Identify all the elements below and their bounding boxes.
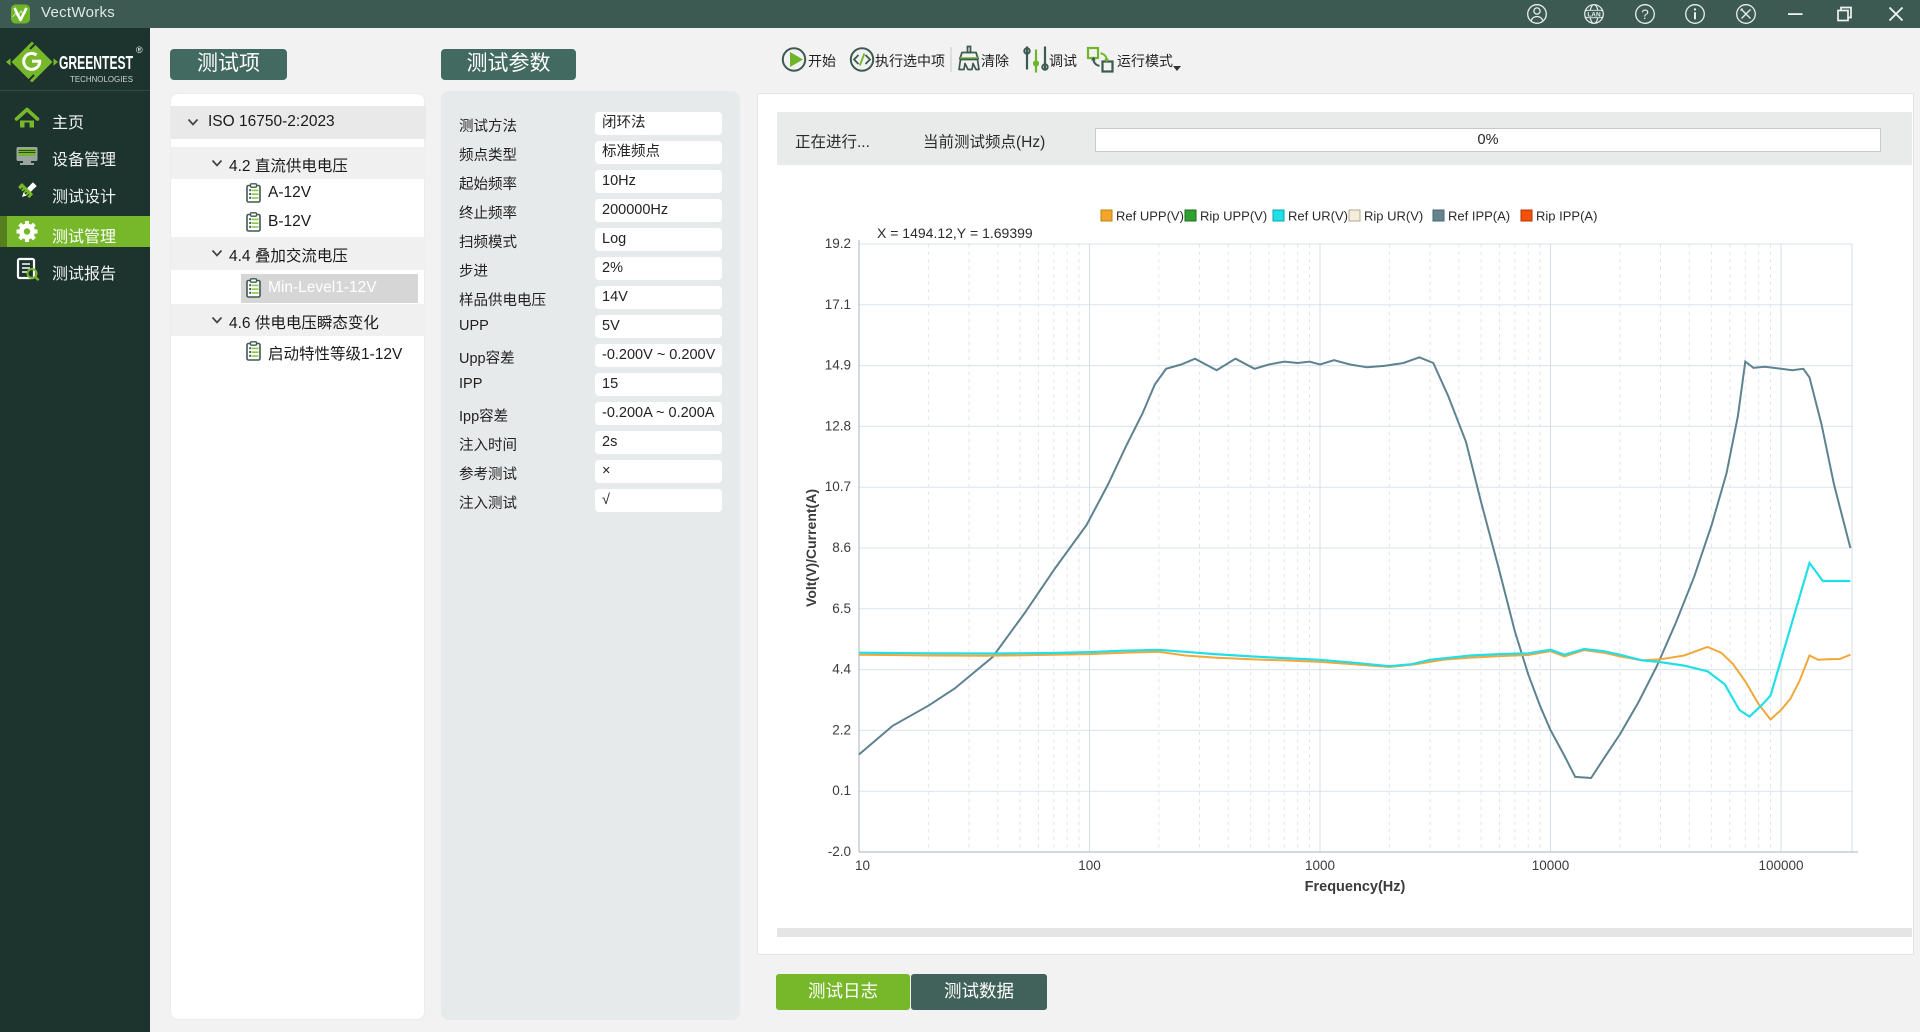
svg-text:Ref IPP(A): Ref IPP(A): [1448, 209, 1510, 224]
svg-text:Rip UR(V): Rip UR(V): [1364, 209, 1423, 224]
svg-text:Ref UR(V): Ref UR(V): [1288, 209, 1348, 224]
svg-text:19.2: 19.2: [825, 236, 851, 251]
svg-text:Rip UPP(V): Rip UPP(V): [1200, 209, 1267, 224]
svg-text:4.4: 4.4: [832, 662, 851, 677]
svg-text:®: ®: [136, 45, 143, 55]
svg-text:17.1: 17.1: [825, 297, 851, 312]
svg-text:LAN: LAN: [1587, 11, 1601, 18]
svg-text:Frequency(Hz): Frequency(Hz): [1305, 879, 1406, 895]
svg-text:10.7: 10.7: [825, 479, 851, 494]
svg-text:2.2: 2.2: [832, 722, 851, 737]
svg-text:100: 100: [1078, 858, 1101, 873]
svg-text:-2.0: -2.0: [828, 844, 851, 859]
svg-text:TECHNOLOGIES: TECHNOLOGIES: [70, 75, 133, 84]
svg-text:Ref UPP(V): Ref UPP(V): [1116, 209, 1184, 224]
svg-text:X = 1494.12,Y = 1.69399: X = 1494.12,Y = 1.69399: [877, 225, 1033, 241]
svg-text:?: ?: [1641, 7, 1649, 22]
svg-text:10000: 10000: [1532, 858, 1570, 873]
svg-text:12.8: 12.8: [825, 418, 851, 433]
svg-text:0.1: 0.1: [832, 783, 851, 798]
svg-text:10: 10: [855, 858, 870, 873]
svg-text:6.5: 6.5: [832, 601, 851, 616]
svg-text:1000: 1000: [1305, 858, 1335, 873]
svg-text:8.6: 8.6: [832, 540, 851, 555]
svg-text:Volt(V)/Current(A): Volt(V)/Current(A): [803, 489, 819, 607]
svg-text:100000: 100000: [1758, 858, 1803, 873]
svg-text:Rip IPP(A): Rip IPP(A): [1536, 209, 1597, 224]
svg-text:14.9: 14.9: [825, 358, 851, 373]
svg-text:GREENTEST: GREENTEST: [59, 53, 133, 73]
